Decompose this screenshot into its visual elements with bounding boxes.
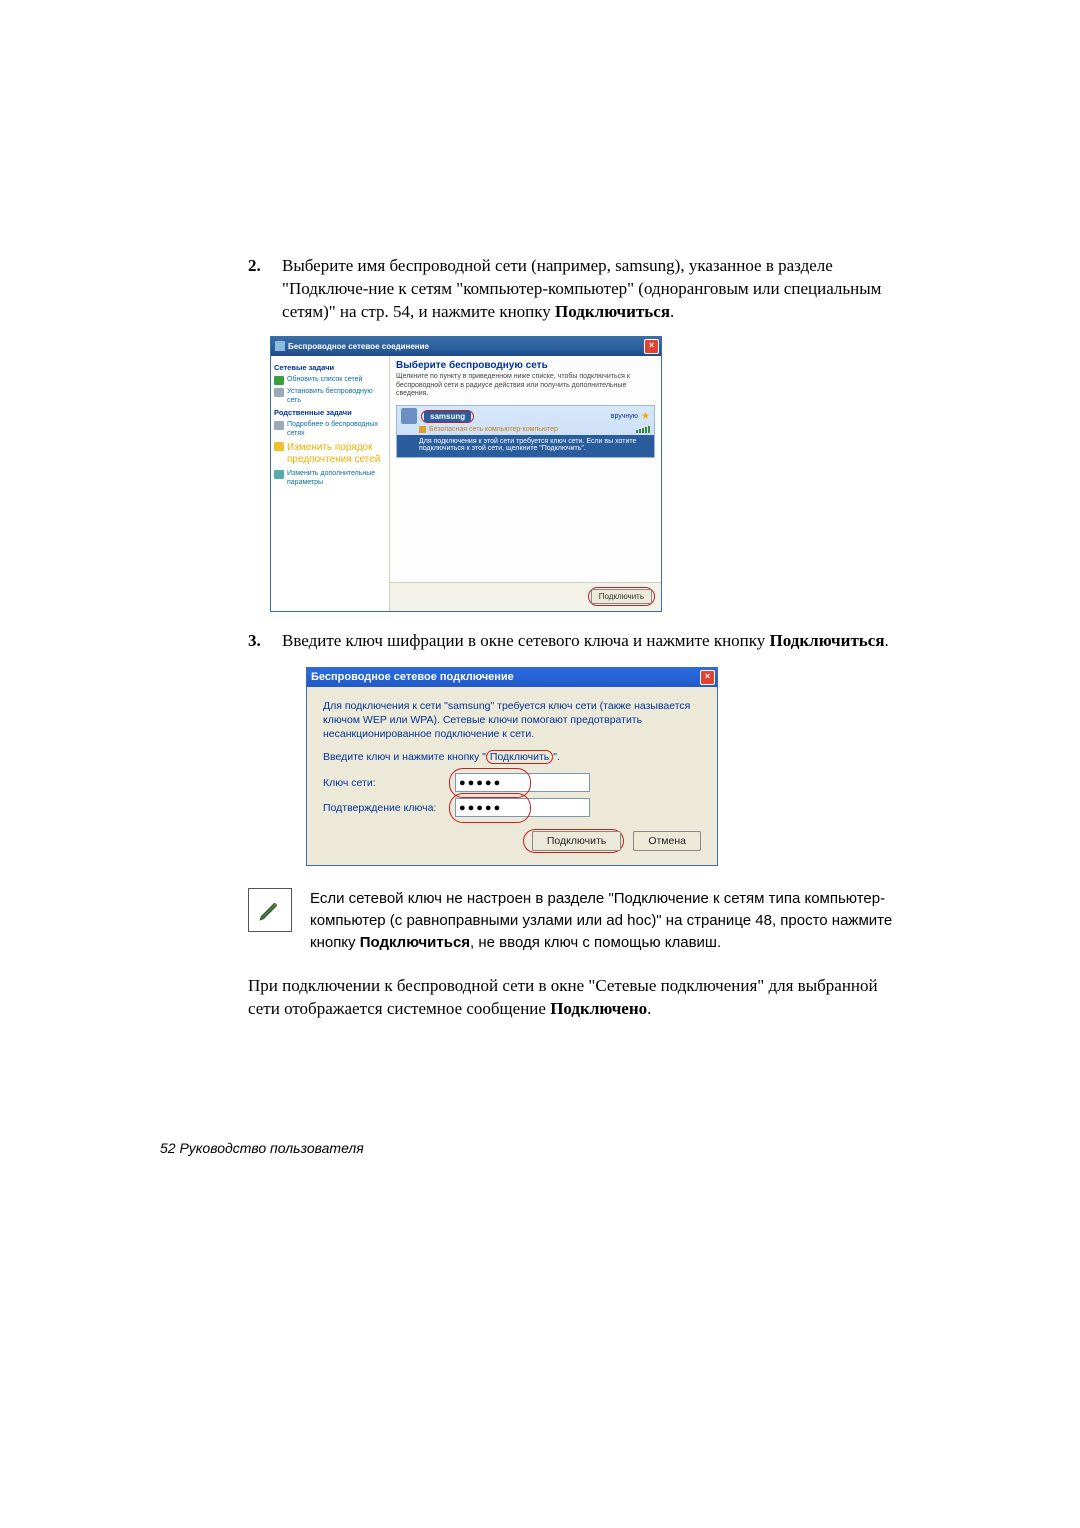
note-t1: Если сетевой ключ не настроен в разделе xyxy=(310,890,608,907)
row-confirm-key: Подтверждение ключа: ●●●●● xyxy=(323,798,701,817)
info-icon xyxy=(274,421,284,430)
connect-word-highlight: Подключить xyxy=(486,750,553,764)
network-item-samsung[interactable]: samsung вручную ★ Безопасная сеть компью… xyxy=(396,405,655,458)
connect-highlight: Подключить xyxy=(588,587,655,606)
wireless-icon xyxy=(275,341,285,351)
wireless-list-window: Беспроводное сетевое соединение × Сетевы… xyxy=(270,336,662,612)
step-2-bold: Подключиться xyxy=(555,302,670,321)
step-2: 2. Выберите имя беспроводной сети (напри… xyxy=(248,255,900,324)
close-icon[interactable]: × xyxy=(700,670,715,685)
ssid-label: samsung xyxy=(424,411,471,422)
para-c: . xyxy=(647,999,651,1018)
dlg2-title: Беспроводное сетевое подключение xyxy=(311,671,700,683)
sidebar-heading-related: Родственные задачи xyxy=(274,408,386,417)
note-block: Если сетевой ключ не настроен в разделе … xyxy=(248,888,900,953)
input-network-key[interactable]: ●●●●● xyxy=(455,773,590,792)
sidebar-setup-label: Установить беспроводную сеть xyxy=(287,388,386,406)
cancel-button[interactable]: Отмена xyxy=(633,831,701,851)
win1-sidebar: Сетевые задачи Обновить список сетей Уст… xyxy=(271,356,390,611)
sidebar-item-setup[interactable]: Установить беспроводную сеть xyxy=(274,388,386,406)
sidebar-item-order[interactable]: Изменить порядок предпочтения сетей xyxy=(274,442,386,467)
rightpane-subtext: Щелкните по пункту в приведенном ниже сп… xyxy=(390,373,661,403)
gear-icon xyxy=(274,470,284,479)
step-3-end: . xyxy=(885,631,889,650)
step-3-a: Введите ключ шифрации в окне сетевого кл… xyxy=(282,631,770,650)
connect-button[interactable]: Подключить xyxy=(532,831,621,851)
label-network-key: Ключ сети: xyxy=(323,777,455,789)
sidebar-heading-tasks: Сетевые задачи xyxy=(274,363,386,372)
dlg2-p2a: Введите ключ и нажмите кнопку " xyxy=(323,751,486,763)
sidebar-item-learn[interactable]: Подробнее о беспроводных сетях xyxy=(274,421,386,439)
para-b: Подключено xyxy=(550,999,647,1018)
note-pencil-icon xyxy=(248,888,292,932)
network-key-dialog: Беспроводное сетевое подключение × Для п… xyxy=(306,667,718,867)
connect-button[interactable]: Подключить xyxy=(591,589,652,604)
confirm-highlight xyxy=(449,793,531,823)
sidebar-learn-label: Подробнее о беспроводных сетях xyxy=(287,421,386,439)
input-confirm-key[interactable]: ●●●●● xyxy=(455,798,590,817)
dlg2-p2b: Подключить xyxy=(490,751,549,763)
win1-titlebar: Беспроводное сетевое соединение × xyxy=(271,337,661,356)
step-3-text: Введите ключ шифрации в окне сетевого кл… xyxy=(282,630,900,653)
refresh-icon xyxy=(274,376,284,385)
connect-button-highlight: Подключить xyxy=(523,829,624,853)
dlg2-paragraph-2: Введите ключ и нажмите кнопку " Подключит… xyxy=(323,751,701,763)
sidebar-item-refresh[interactable]: Обновить список сетей xyxy=(274,376,386,385)
ssid-highlight: samsung xyxy=(421,410,474,423)
note-t5: , не вводя ключ с помощью клавиш. xyxy=(470,934,721,951)
security-label: Безопасная сеть компьютер-компьютер xyxy=(429,426,558,433)
network-desc: Для подключения к этой сети требуется кл… xyxy=(397,435,654,457)
step-2-text: Выберите имя беспроводной сети (например… xyxy=(282,255,900,324)
note-t4: Подключиться xyxy=(360,934,470,951)
note-text: Если сетевой ключ не настроен в разделе … xyxy=(310,888,900,953)
dlg2-titlebar: Беспроводное сетевое подключение × xyxy=(307,668,717,687)
sidebar-order-label: Изменить порядок предпочтения сетей xyxy=(287,442,386,467)
rightpane-heading: Выберите беспроводную сеть xyxy=(390,356,661,373)
win1-title: Беспроводное сетевое соединение xyxy=(288,342,644,351)
setup-icon xyxy=(274,388,284,397)
step-3-number: 3. xyxy=(248,630,282,653)
step-2-end: . xyxy=(670,302,674,321)
sidebar-item-advanced[interactable]: Изменить дополнительные параметры xyxy=(274,470,386,488)
final-paragraph: При подключении к беспроводной сети в ок… xyxy=(248,974,900,1022)
signal-bars-icon xyxy=(636,426,650,433)
lock-icon xyxy=(419,426,426,433)
favorite-star-icon: ★ xyxy=(641,411,650,422)
sidebar-adv-label: Изменить дополнительные параметры xyxy=(287,470,386,488)
step-3: 3. Введите ключ шифрации в окне сетевого… xyxy=(248,630,900,653)
dlg2-paragraph-1: Для подключения к сети "samsung" требует… xyxy=(323,699,701,742)
win1-rightpane: Выберите беспроводную сеть Щелкните по п… xyxy=(390,356,661,611)
page-footer: 52 Руководство пользователя xyxy=(160,1140,364,1156)
row-network-key: Ключ сети: ●●●●● xyxy=(323,773,701,792)
close-icon[interactable]: × xyxy=(644,339,659,354)
step-3-bold: Подключиться xyxy=(770,631,885,650)
step-2-number: 2. xyxy=(248,255,282,324)
adhoc-network-icon xyxy=(401,408,417,424)
sidebar-refresh-label: Обновить список сетей xyxy=(287,376,362,385)
star-icon xyxy=(274,442,284,451)
label-confirm-key: Подтверждение ключа: xyxy=(323,802,455,814)
dlg2-p2c: ". xyxy=(553,751,560,763)
manual-label: вручную xyxy=(611,413,638,420)
